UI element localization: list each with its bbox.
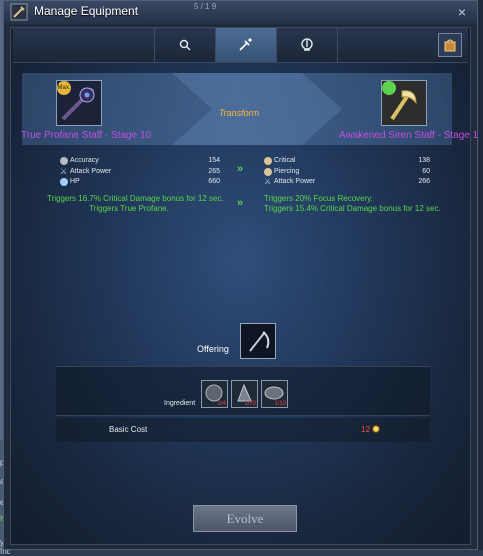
close-button[interactable]: ×: [455, 5, 469, 19]
critical-icon: [264, 157, 272, 165]
stat-row: Accuracy 154: [60, 157, 220, 167]
piercing-icon: [264, 168, 272, 176]
tab-evolve[interactable]: [276, 28, 338, 62]
equipment-icon: [10, 3, 28, 21]
ingredient-slot[interactable]: 0/4: [201, 380, 228, 408]
tab-bar: [13, 28, 468, 63]
attack-power-icon: ⚔: [264, 177, 272, 186]
stat-name: Piercing: [274, 168, 300, 175]
stat-name: Attack Power: [70, 168, 112, 175]
arrow-icon: »: [237, 197, 244, 209]
source-item-slot[interactable]: Max.: [56, 80, 102, 126]
ingredient-count: 1/10: [274, 401, 286, 407]
title-overlay-text: 5 / 1 9: [194, 2, 217, 11]
stat-name: HP: [70, 178, 80, 185]
ingredient-label: Ingredient: [164, 400, 196, 407]
transform-icon: [239, 38, 252, 51]
stat-name: Attack Power: [274, 178, 316, 185]
stat-row: Piercing 60: [264, 168, 430, 178]
stat-row: Critical 138: [264, 157, 430, 167]
evolve-button[interactable]: Evolve: [193, 505, 297, 532]
max-badge: Max.: [57, 81, 71, 95]
ingredient-count: 0/4: [217, 401, 226, 407]
target-effect-text: Triggers 20% Focus Recovery. Triggers 15…: [264, 194, 441, 213]
source-item-name: True Profane Staff - Stage 10: [21, 130, 152, 141]
bag-icon: [444, 39, 456, 52]
stat-row: ⚔ Attack Power 266: [264, 178, 430, 188]
evolve-icon: [301, 38, 313, 51]
scythe-icon: [249, 331, 270, 352]
tab-search[interactable]: [154, 28, 216, 62]
gold-coin-icon: [372, 425, 380, 433]
ingredient-slot[interactable]: 1/10: [261, 380, 288, 408]
basic-cost-value: 12: [361, 425, 370, 434]
stat-value: 60: [422, 168, 430, 175]
arrow-icon: »: [237, 163, 244, 175]
status-badge: [382, 81, 396, 95]
stat-row: HP 660: [60, 178, 220, 188]
offering-slot[interactable]: [240, 323, 276, 359]
source-effect-text: Triggers 16.7% Critical Damage bonus for…: [47, 194, 224, 213]
stat-value: 154: [208, 157, 220, 164]
basic-cost-label: Basic Cost: [109, 425, 148, 434]
attack-power-icon: ⚔: [60, 167, 68, 176]
ingredient-slot[interactable]: 1/70: [231, 380, 258, 408]
tab-transform[interactable]: [215, 28, 277, 62]
transform-label: Transform: [218, 108, 260, 118]
stat-value: 138: [418, 157, 430, 164]
title-bar[interactable]: Manage Equipment 5 / 1 9 ×: [4, 1, 477, 24]
stat-value: 265: [208, 168, 220, 175]
manage-equipment-window: Manage Equipment 5 / 1 9 × Max. True Pro…: [3, 0, 478, 550]
window-title: Manage Equipment: [34, 4, 139, 18]
stat-name: Critical: [274, 157, 296, 164]
hp-icon: [60, 178, 68, 186]
target-item-name: Awakened Siren Staff - Stage 1: [339, 130, 479, 141]
accuracy-icon: [60, 157, 68, 165]
target-item-slot[interactable]: [381, 80, 427, 126]
stat-name: Accuracy: [70, 157, 99, 164]
offering-label: Offering: [197, 344, 229, 354]
stat-value: 660: [208, 178, 220, 185]
stat-row: ⚔ Attack Power 265: [60, 168, 220, 178]
search-icon: [179, 39, 191, 51]
ingredient-count: 1/70: [244, 401, 256, 407]
inventory-button[interactable]: [438, 33, 462, 57]
stat-value: 266: [418, 178, 430, 185]
